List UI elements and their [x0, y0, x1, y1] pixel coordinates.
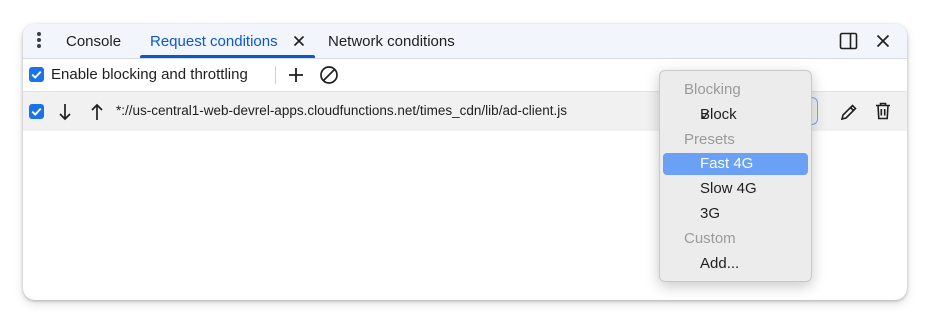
tab-network-conditions[interactable]: Network conditions	[328, 24, 455, 58]
menu-item-add[interactable]: Add...	[660, 253, 811, 275]
menu-item-3g-label: 3G	[700, 205, 721, 222]
menu-item-add-label: Add...	[700, 255, 740, 272]
drawer-tabbar: Console Request conditions Network condi…	[23, 24, 907, 59]
tab-request-conditions[interactable]: Request conditions	[150, 24, 278, 58]
close-tab-icon[interactable]	[291, 33, 307, 49]
arrow-up-icon	[89, 102, 105, 127]
menu-item-fast-4g-label: Fast 4G	[700, 155, 754, 172]
trash-icon[interactable]	[874, 101, 892, 126]
close-drawer-icon[interactable]	[875, 33, 891, 54]
group-blocking-label: Blocking	[684, 81, 741, 98]
toolbar-divider	[275, 66, 276, 84]
url-pattern-text[interactable]: *://us-central1-web-devrel-apps.cloudfun…	[116, 103, 567, 118]
add-pattern-icon[interactable]	[287, 66, 305, 89]
enable-blocking-checkbox[interactable]	[29, 67, 44, 82]
menu-item-3g[interactable]: 3G	[660, 203, 811, 225]
condition-dropdown-menu: Blocking ✓ Block Presets Fast 4G Slow 4G…	[659, 70, 812, 282]
group-blocking: Blocking	[660, 79, 811, 101]
group-presets-label: Presets	[684, 131, 735, 148]
menu-item-block[interactable]: ✓ Block	[660, 104, 811, 126]
menu-item-block-label: Block	[700, 106, 737, 123]
clear-all-icon[interactable]	[319, 65, 339, 90]
enable-blocking-label[interactable]: Enable blocking and throttling	[51, 66, 248, 83]
row-enabled-checkbox[interactable]	[29, 104, 44, 119]
tab-console[interactable]: Console	[66, 24, 121, 58]
dock-side-icon[interactable]	[839, 32, 859, 55]
menu-item-slow-4g[interactable]: Slow 4G	[660, 178, 811, 200]
group-custom: Custom	[660, 228, 811, 250]
group-presets: Presets	[660, 129, 811, 151]
arrow-down-icon	[57, 102, 73, 127]
group-custom-label: Custom	[684, 230, 736, 247]
edit-icon[interactable]	[839, 102, 859, 127]
active-tab-indicator	[140, 55, 315, 58]
more-options-icon[interactable]	[33, 32, 45, 50]
menu-item-fast-4g[interactable]: Fast 4G	[663, 153, 808, 175]
menu-item-slow-4g-label: Slow 4G	[700, 180, 757, 197]
